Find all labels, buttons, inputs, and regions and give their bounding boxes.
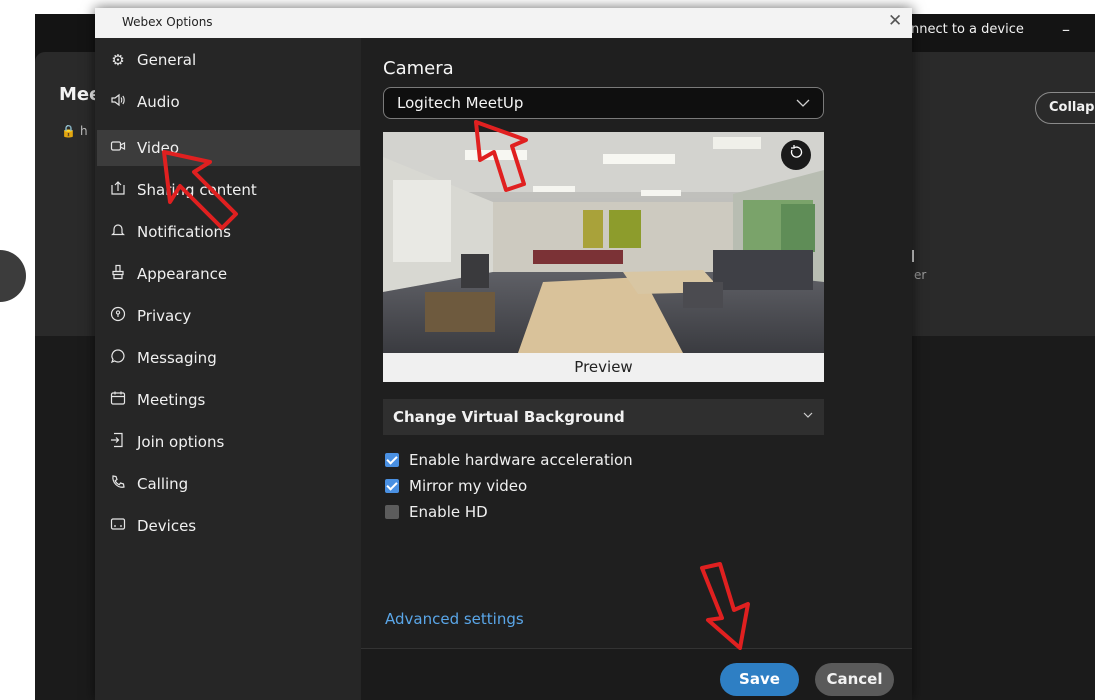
sidebar-item-label: Audio <box>137 93 180 111</box>
dialog-title: Webex Options <box>122 15 213 29</box>
virtual-background-label: Change Virtual Background <box>393 408 625 426</box>
virtual-background-dropdown[interactable]: Change Virtual Background <box>383 399 824 435</box>
calendar-icon <box>108 390 128 410</box>
sidebar-item-label: Appearance <box>137 265 228 283</box>
camera-preview: Preview <box>383 132 824 382</box>
collapse-button[interactable]: Collap <box>1035 92 1095 124</box>
camera-device-select[interactable]: Logitech MeetUp <box>383 87 824 119</box>
sidebar-item-label: Notifications <box>137 223 231 241</box>
gear-icon: ⚙ <box>111 51 125 69</box>
chevron-down-icon <box>802 408 814 425</box>
sidebar-item-label: Privacy <box>137 307 192 325</box>
sidebar-item-appearance[interactable]: Appearance <box>97 256 360 292</box>
camera-preview-image <box>383 132 824 353</box>
connect-to-device-button[interactable]: nnect to a device <box>911 22 1024 37</box>
privacy-icon <box>108 306 128 326</box>
sidebar-item-calling[interactable]: Calling <box>97 466 360 502</box>
video-camera-icon <box>108 138 128 158</box>
sidebar-item-label: General <box>137 51 197 69</box>
join-icon <box>108 432 128 452</box>
checkbox-unchecked[interactable] <box>385 505 399 519</box>
dialog-footer: Save Cancel <box>361 648 912 700</box>
lock-icon: 🔒 <box>61 124 76 138</box>
sidebar-item-label: Sharing content <box>137 181 257 199</box>
rotate-icon[interactable] <box>781 140 811 170</box>
sidebar-item-privacy[interactable]: Privacy <box>97 298 360 334</box>
sidebar-item-meetings[interactable]: Meetings <box>97 382 360 418</box>
save-button[interactable]: Save <box>720 663 799 696</box>
chevron-down-icon <box>795 92 811 116</box>
background-bar-indicator <box>912 250 914 262</box>
brush-icon <box>108 264 128 284</box>
cancel-button[interactable]: Cancel <box>815 663 894 696</box>
checkbox-label: Enable hardware acceleration <box>409 451 633 469</box>
checkbox-enable-hd[interactable]: Enable HD <box>383 502 683 524</box>
checkbox-checked[interactable] <box>385 479 399 493</box>
video-settings-panel: Camera Logitech MeetUp Preview Change Vi… <box>361 38 912 648</box>
sidebar-item-label: Messaging <box>137 349 217 367</box>
sidebar-item-audio[interactable]: Audio <box>97 84 360 120</box>
sidebar-item-sharing-content[interactable]: Sharing content <box>97 172 360 208</box>
sidebar-item-messaging[interactable]: Messaging <box>97 340 360 376</box>
checkbox-mirror-video[interactable]: Mirror my video <box>383 476 683 498</box>
checkbox-checked[interactable] <box>385 453 399 467</box>
webex-options-dialog: Webex Options ✕ ⚙ General Audio Video Sh… <box>95 8 912 700</box>
side-panel-handle[interactable] <box>0 250 26 302</box>
meeting-subtitle: h <box>80 124 88 138</box>
sidebar-item-notifications[interactable]: Notifications <box>97 214 360 250</box>
sidebar-item-general[interactable]: ⚙ General <box>97 42 360 78</box>
dialog-titlebar: Webex Options ✕ <box>95 8 912 38</box>
sidebar-item-label: Calling <box>137 475 189 493</box>
close-icon[interactable]: ✕ <box>888 11 902 31</box>
bell-icon <box>108 222 128 242</box>
devices-icon <box>108 516 128 536</box>
checkbox-label: Mirror my video <box>409 477 528 495</box>
checkbox-label: Enable HD <box>409 503 488 521</box>
background-partial-text: er <box>914 268 927 282</box>
camera-device-value: Logitech MeetUp <box>397 94 524 112</box>
sidebar-item-join-options[interactable]: Join options <box>97 424 360 460</box>
sidebar-item-video[interactable]: Video <box>97 130 360 166</box>
preview-label: Preview <box>383 353 824 382</box>
minimize-button[interactable]: – <box>1062 20 1076 39</box>
chat-bubble-icon <box>108 348 128 368</box>
checkbox-hardware-acceleration[interactable]: Enable hardware acceleration <box>383 450 683 472</box>
share-icon <box>108 180 128 200</box>
advanced-settings-link[interactable]: Advanced settings <box>385 610 524 628</box>
phone-icon <box>108 474 128 494</box>
speaker-icon <box>108 92 128 112</box>
sidebar-item-label: Join options <box>137 433 225 451</box>
sidebar-item-devices[interactable]: Devices <box>97 508 360 544</box>
options-sidebar: ⚙ General Audio Video Sharing content No… <box>95 38 361 700</box>
sidebar-item-label: Video <box>137 139 180 157</box>
sidebar-item-label: Meetings <box>137 391 206 409</box>
sidebar-item-label: Devices <box>137 517 197 535</box>
camera-section-title: Camera <box>383 58 454 79</box>
